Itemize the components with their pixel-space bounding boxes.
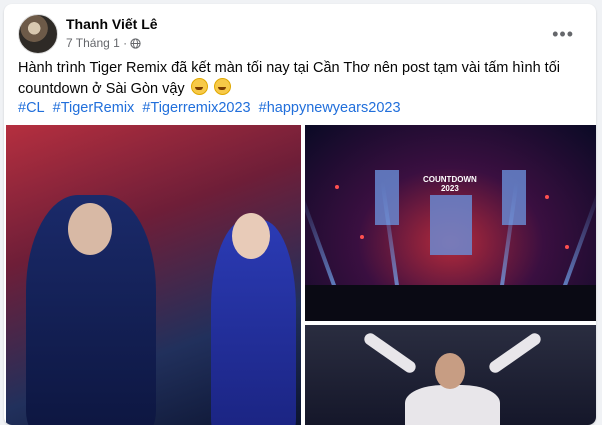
performer-arm-left (361, 330, 419, 376)
hashtag-list: #CL #TigerRemix #Tigerremix2023 #happyne… (18, 100, 405, 116)
post-body: Hành trình Tiger Remix đã kết màn tối na… (18, 60, 560, 97)
hashtag-link[interactable]: #happynewyears2023 (259, 100, 401, 116)
author-name[interactable]: Thanh Viết Lê (66, 16, 158, 32)
post-date[interactable]: 7 Tháng 1 · (66, 36, 127, 50)
grinning-face-icon (190, 78, 208, 95)
hashtag-link[interactable]: #Tigerremix2023 (142, 100, 250, 116)
stage-light (335, 185, 339, 189)
stage-light (360, 235, 364, 239)
post-text: Hành trình Tiger Remix đã kết màn tối na… (18, 58, 583, 99)
post-header: Thanh Viết Lê 7 Tháng 1 · ••• (18, 14, 586, 56)
post-meta: 7 Tháng 1 · (66, 36, 141, 50)
countdown-banner: COUNTDOWN 2023 (423, 175, 477, 193)
photo-performers-on-stage[interactable] (6, 125, 301, 425)
photo-performer-arms-raised[interactable] (305, 325, 596, 425)
stage-screen-center (430, 195, 472, 255)
author-avatar[interactable] (18, 14, 58, 54)
countdown-title: COUNTDOWN (423, 175, 477, 184)
globe-icon (130, 37, 141, 49)
stage-light (565, 245, 569, 249)
stage-light (545, 195, 549, 199)
performer-right-head (232, 213, 270, 259)
crowd (305, 285, 596, 321)
photo-countdown-stage[interactable]: COUNTDOWN 2023 (305, 125, 596, 321)
performer-head (435, 353, 465, 389)
countdown-year: 2023 (440, 184, 459, 193)
performer-torso (405, 385, 500, 425)
hashtag-link[interactable]: #TigerRemix (53, 100, 135, 116)
more-horizontal-icon[interactable]: ••• (552, 24, 574, 45)
performer-arm-right (486, 330, 544, 376)
hashtag-link[interactable]: #CL (18, 100, 45, 116)
performer-left-head (68, 203, 112, 255)
grinning-face-icon (213, 78, 231, 95)
post-card: Thanh Viết Lê 7 Tháng 1 · ••• Hành trình… (4, 4, 596, 425)
